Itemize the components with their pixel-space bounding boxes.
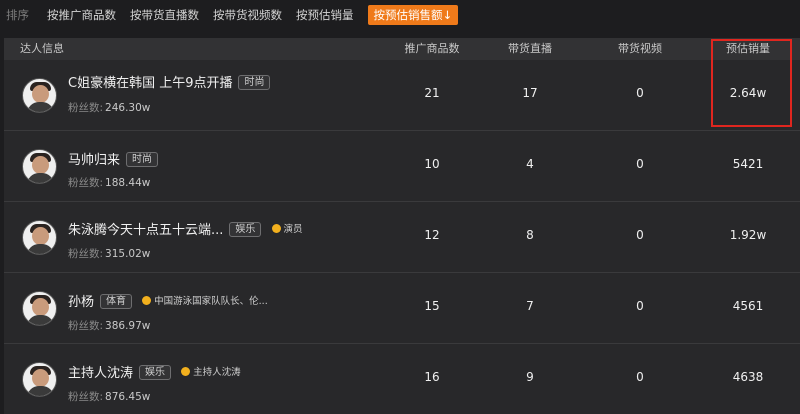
avatar[interactable] [22, 220, 57, 255]
table-row[interactable]: 主持人沈涛 娱乐 主持人沈涛 粉丝数: 876.45w 16 9 0 4638 [4, 344, 800, 414]
cell-lives: 17 [522, 86, 538, 100]
cell-products: 10 [424, 157, 440, 171]
fans-count: 粉丝数: 246.30w [68, 102, 151, 114]
verified-badge: 中国游泳国家队队长、伦... [142, 296, 268, 307]
verified-badge: 演员 [271, 224, 303, 235]
influencer-name[interactable]: C姐豪横在韩国 上午9点开播 时尚 [68, 72, 271, 91]
cell-products: 21 [424, 86, 440, 100]
cell-videos: 0 [636, 299, 644, 313]
sort-bar: 排序 按推广商品数 按带货直播数 按带货视频数 按预估销量 按预估销售额↓ [0, 0, 800, 30]
cell-sales: 1.92w [729, 228, 767, 242]
header-products[interactable]: 推广商品数 [387, 38, 477, 60]
influencer-name[interactable]: 马帅归来 时尚 [68, 149, 159, 168]
sort-label: 排序 [6, 8, 29, 22]
table-row[interactable]: 马帅归来 时尚 粉丝数: 188.44w 10 4 0 5421 [4, 131, 800, 202]
avatar[interactable] [22, 149, 57, 184]
verified-badge: 主持人沈涛 [181, 367, 241, 378]
table-row[interactable]: 朱泳腾今天十点五十云端... 娱乐 演员 粉丝数: 315.02w 12 8 0 1… [4, 202, 800, 273]
fans-count: 粉丝数: 876.45w [68, 391, 151, 403]
influencer-name[interactable]: 朱泳腾今天十点五十云端... 娱乐 演员 [68, 219, 303, 238]
cell-videos: 0 [636, 370, 644, 384]
category-tag: 时尚 [238, 75, 271, 90]
table-row[interactable]: 孙杨 体育 中国游泳国家队队长、伦... 粉丝数: 386.97w 15 7 0 4… [4, 273, 800, 344]
category-tag: 时尚 [126, 152, 159, 167]
influencer-table: 达人信息 推广商品数 带货直播 带货视频 预估销量 C姐豪横在韩国 上午9点开播… [4, 38, 800, 414]
cell-sales: 4561 [732, 299, 764, 313]
cell-videos: 0 [636, 86, 644, 100]
sort-by-videos[interactable]: 按带货视频数 [213, 7, 282, 23]
cell-products: 12 [424, 228, 440, 242]
category-tag: 娱乐 [229, 222, 262, 237]
cell-sales: 5421 [732, 157, 764, 171]
fans-count: 粉丝数: 386.97w [68, 320, 151, 332]
table-body: C姐豪横在韩国 上午9点开播 时尚 粉丝数: 246.30w 21 17 0 2.6… [4, 60, 800, 414]
sort-by-revenue-active[interactable]: 按预估销售额↓ [367, 5, 459, 25]
cell-products: 15 [424, 299, 440, 313]
avatar[interactable] [22, 291, 57, 326]
table-row[interactable]: C姐豪横在韩国 上午9点开播 时尚 粉丝数: 246.30w 21 17 0 2.6… [4, 60, 800, 131]
cell-products: 16 [424, 370, 440, 384]
avatar[interactable] [22, 78, 57, 113]
cell-lives: 9 [526, 370, 534, 384]
header-influencer-info: 达人信息 [20, 42, 64, 55]
verified-icon [181, 367, 191, 376]
category-tag: 娱乐 [139, 365, 172, 380]
cell-videos: 0 [636, 228, 644, 242]
influencer-name[interactable]: 孙杨 体育 中国游泳国家队队长、伦... [68, 291, 268, 310]
header-videos[interactable]: 带货视频 [595, 38, 685, 60]
sort-by-lives[interactable]: 按带货直播数 [130, 7, 199, 23]
header-lives[interactable]: 带货直播 [485, 38, 575, 60]
cell-sales: 4638 [732, 370, 764, 384]
cell-lives: 7 [526, 299, 534, 313]
sort-by-sales[interactable]: 按预估销量 [296, 7, 354, 23]
sort-by-products[interactable]: 按推广商品数 [47, 7, 116, 23]
table-header: 达人信息 推广商品数 带货直播 带货视频 预估销量 [4, 38, 800, 60]
category-tag: 体育 [100, 294, 133, 309]
cell-lives: 8 [526, 228, 534, 242]
fans-count: 粉丝数: 188.44w [68, 177, 151, 189]
avatar[interactable] [22, 362, 57, 397]
verified-icon [271, 224, 281, 233]
fans-count: 粉丝数: 315.02w [68, 248, 151, 260]
cell-lives: 4 [526, 157, 534, 171]
verified-icon [142, 296, 152, 305]
cell-videos: 0 [636, 157, 644, 171]
influencer-name[interactable]: 主持人沈涛 娱乐 主持人沈涛 [68, 362, 241, 381]
sales-highlight-box [711, 39, 792, 127]
